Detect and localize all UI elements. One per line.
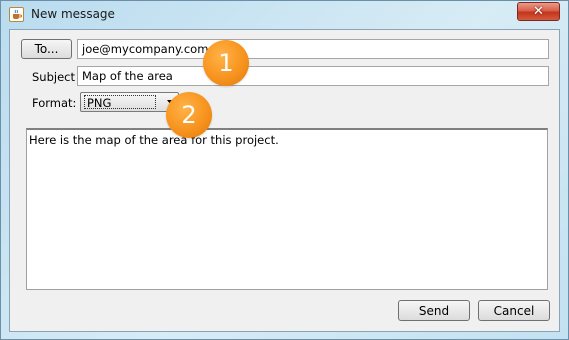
format-selected-value: PNG <box>84 95 156 110</box>
callout-badge-2: 2 <box>166 92 212 138</box>
to-button[interactable]: To... <box>21 39 72 59</box>
message-body-textarea[interactable]: Here is the map of the area for this pro… <box>26 128 548 290</box>
close-button[interactable]: ✕ <box>517 2 560 21</box>
title-bar[interactable]: New message ✕ <box>1 1 568 28</box>
message-body-text: Here is the map of the area for this pro… <box>29 133 279 147</box>
format-label: Format: <box>32 96 77 110</box>
callout-badge-1: 1 <box>203 40 249 86</box>
dialog-client-area: To... joe@mycompany.com Subject Map of t… <box>9 29 560 332</box>
close-icon: ✕ <box>533 4 544 19</box>
format-select[interactable]: PNG <box>80 92 179 112</box>
to-field[interactable]: joe@mycompany.com <box>77 39 549 59</box>
cancel-button[interactable]: Cancel <box>478 300 550 321</box>
subject-label: Subject <box>32 70 75 84</box>
java-cup-icon <box>9 7 24 22</box>
send-button[interactable]: Send <box>398 300 470 321</box>
new-message-window: New message ✕ To... joe@mycompany.com Su… <box>0 0 569 340</box>
window-title: New message <box>31 7 115 21</box>
subject-field[interactable]: Map of the area <box>77 66 549 86</box>
